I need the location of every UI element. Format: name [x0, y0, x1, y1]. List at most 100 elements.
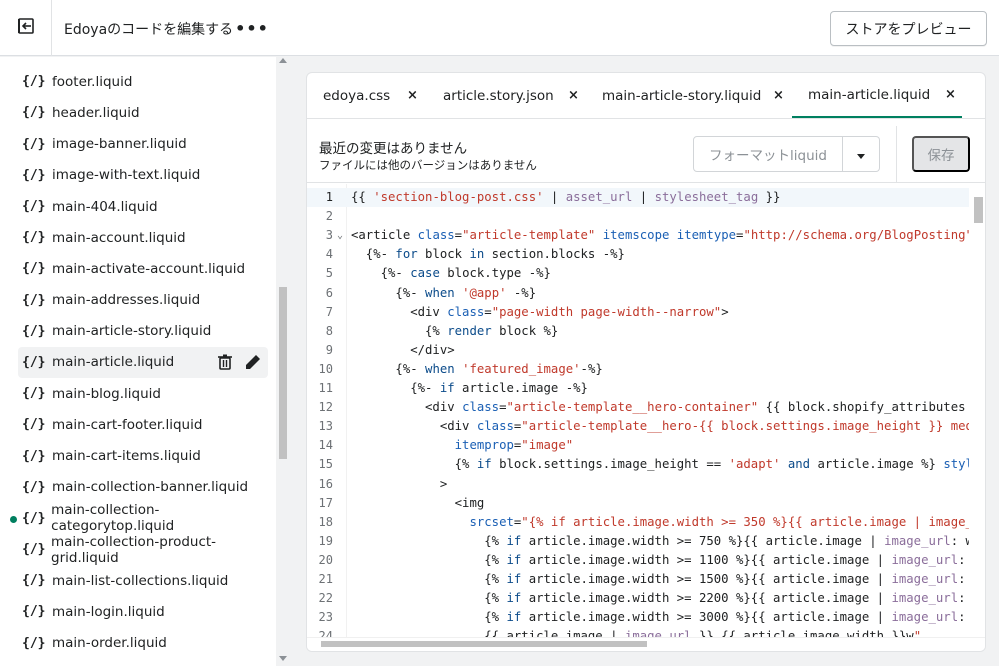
- file-item-main-login[interactable]: {/} main-login.liquid: [0, 596, 276, 627]
- close-tab-icon[interactable]: ×: [773, 88, 784, 103]
- tab-edoya-css[interactable]: edoya.css ×: [323, 73, 443, 118]
- code-horizontal-scrollbar-thumb[interactable]: [321, 641, 647, 647]
- exit-button[interactable]: [0, 0, 52, 56]
- code-line[interactable]: 7 <div class="page-width page-width--nar…: [307, 303, 985, 322]
- code-line[interactable]: 12 <div class="article-template__hero-co…: [307, 398, 985, 417]
- exit-icon: [17, 17, 35, 39]
- code-line[interactable]: 23 {% if article.image.width >= 3000 %}{…: [307, 608, 985, 627]
- code-vertical-scrollbar-thumb[interactable]: [974, 197, 983, 223]
- more-actions-button[interactable]: •••: [235, 16, 268, 40]
- tab-label: main-article.liquid: [808, 86, 931, 103]
- code-text: {% if article.image.width >= 750 %}{{ ar…: [351, 533, 985, 548]
- scroll-down-arrow-icon[interactable]: [279, 656, 287, 661]
- format-dropdown-button[interactable]: [843, 136, 880, 172]
- tab-main-article-liquid[interactable]: main-article.liquid ×: [792, 73, 962, 118]
- code-line[interactable]: 24 {{ article.image | image_url }} {{ ar…: [307, 627, 985, 637]
- preview-store-button[interactable]: ストアをプレビュー: [830, 11, 987, 46]
- file-item-main-404[interactable]: {/} main-404.liquid: [0, 191, 276, 222]
- file-name: main-login.liquid: [52, 603, 165, 620]
- code-area[interactable]: 1 {{ 'section-blog-post.css' | asset_url …: [307, 184, 985, 637]
- file-item-image-banner[interactable]: {/} image-banner.liquid: [0, 129, 276, 160]
- code-line[interactable]: 13 <div class="article-template__hero-{{…: [307, 417, 985, 436]
- file-item-image-with-text[interactable]: {/} image-with-text.liquid: [0, 160, 276, 191]
- code-line[interactable]: 8 {% render block %}: [307, 322, 985, 341]
- sidebar-scrollbar-thumb[interactable]: [279, 287, 287, 459]
- file-item-main-order[interactable]: {/} main-order.liquid: [0, 628, 276, 659]
- close-tab-icon[interactable]: ×: [407, 88, 418, 103]
- code-line[interactable]: 14 itemprop="image": [307, 436, 985, 455]
- file-item-main-cart-items[interactable]: {/} main-cart-items.liquid: [0, 440, 276, 471]
- file-item-main-blog[interactable]: {/} main-blog.liquid: [0, 378, 276, 409]
- code-text: {%- when 'featured_image'-%}: [351, 361, 603, 376]
- code-line[interactable]: 2: [307, 207, 985, 226]
- tab-article-story-json[interactable]: article.story.json ×: [443, 73, 593, 118]
- code-text: {% if article.image.width >= 3000 %}{{ a…: [351, 610, 985, 625]
- fold-chevron-icon[interactable]: ⌄: [337, 226, 343, 245]
- scroll-up-arrow-icon[interactable]: [279, 58, 287, 63]
- code-line[interactable]: 1 {{ 'section-blog-post.css' | asset_url …: [307, 188, 985, 208]
- code-text: <img: [351, 495, 485, 510]
- code-editor-panel: edoya.css × article.story.json × main-articl…: [306, 72, 986, 652]
- liquid-file-icon: {/}: [22, 573, 46, 589]
- file-name: main-404.liquid: [52, 198, 158, 215]
- save-button[interactable]: 保存: [912, 136, 970, 172]
- code-line[interactable]: 5 {%- case block.type -%}: [307, 264, 985, 283]
- code-line[interactable]: 4 {%- for block in section.blocks -%}: [307, 245, 985, 264]
- file-item-main-article-story[interactable]: {/} main-article-story.liquid: [0, 316, 276, 347]
- file-item-footer[interactable]: {/} footer.liquid: [0, 66, 276, 97]
- code-line[interactable]: 20 {% if article.image.width >= 1100 %}{…: [307, 551, 985, 570]
- file-item-main-collection-categorytop[interactable]: {/} main-collection-categorytop.liquid: [0, 502, 276, 535]
- code-line[interactable]: 21 {% if article.image.width >= 1500 %}{…: [307, 570, 985, 589]
- file-item-main-list-collections[interactable]: {/} main-list-collections.liquid: [0, 565, 276, 596]
- trash-icon[interactable]: [216, 353, 234, 371]
- status-divider: [896, 126, 897, 182]
- code-line[interactable]: 18 srcset="{% if article.image.width >= …: [307, 513, 985, 532]
- code-line[interactable]: 16 >: [307, 475, 985, 494]
- file-sidebar: {/} footer.liquid {/} header.liquid {/} image…: [0, 57, 276, 666]
- file-actions: [216, 353, 262, 371]
- modified-dot-icon: [10, 515, 17, 523]
- code-text: {%- for block in section.blocks -%}: [351, 247, 625, 262]
- editor-status-bar: 最近の変更はありません ファイルには他のバージョンはありません フォーマットli…: [307, 126, 985, 183]
- code-line[interactable]: 15 {% if block.settings.image_height == …: [307, 455, 985, 474]
- code-line[interactable]: 17 <img: [307, 494, 985, 513]
- code-text: {{ article.image | image_url }} {{ artic…: [351, 629, 922, 637]
- code-line[interactable]: 6 {%- when '@app' -%}: [307, 284, 985, 303]
- code-vertical-scrollbar[interactable]: [969, 184, 985, 637]
- line-number: 16: [318, 476, 333, 491]
- file-item-main-account[interactable]: {/} main-account.liquid: [0, 222, 276, 253]
- line-number: 8: [325, 323, 333, 338]
- file-item-main-activate-account[interactable]: {/} main-activate-account.liquid: [0, 253, 276, 284]
- file-name: main-blog.liquid: [52, 385, 161, 402]
- code-line[interactable]: 3 ⌄ <article class="article-template" item…: [307, 226, 985, 245]
- file-item-header[interactable]: {/} header.liquid: [0, 97, 276, 128]
- close-tab-icon[interactable]: ×: [568, 88, 579, 103]
- file-name: main-collection-categorytop.liquid: [51, 502, 175, 535]
- code-line[interactable]: 10 {%- when 'featured_image'-%}: [307, 360, 985, 379]
- line-number: 23: [318, 610, 333, 625]
- file-item-partial[interactable]: [0, 659, 276, 666]
- line-number: 5: [325, 266, 333, 281]
- tab-main-article-story-liquid[interactable]: main-article-story.liquid ×: [602, 73, 784, 118]
- liquid-file-icon: {/}: [22, 230, 46, 246]
- liquid-file-icon: {/}: [22, 323, 46, 339]
- code-line[interactable]: 19 {% if article.image.width >= 750 %}{{…: [307, 532, 985, 551]
- file-item-main-addresses[interactable]: {/} main-addresses.liquid: [0, 285, 276, 316]
- file-item-main-collection-banner[interactable]: {/} main-collection-banner.liquid: [0, 472, 276, 503]
- pencil-icon[interactable]: [244, 353, 262, 371]
- code-line[interactable]: 22 {% if article.image.width >= 2200 %}{…: [307, 589, 985, 608]
- close-tab-icon[interactable]: ×: [945, 87, 956, 102]
- file-item-partial[interactable]: [0, 57, 276, 66]
- format-liquid-button[interactable]: フォーマットliquid: [693, 136, 843, 172]
- code-line[interactable]: 9 </div>: [307, 341, 985, 360]
- page-title: Edoyaのコードを編集する: [64, 22, 234, 38]
- file-name: main-cart-footer.liquid: [52, 416, 203, 433]
- code-text: {% render block %}: [351, 323, 559, 338]
- line-number: 20: [318, 552, 333, 567]
- code-line[interactable]: 11 {%- if article.image -%}: [307, 379, 985, 398]
- file-item-main-collection-product-grid[interactable]: {/} main-collection-product-grid.liquid: [0, 534, 276, 566]
- file-item-main-cart-footer[interactable]: {/} main-cart-footer.liquid: [0, 409, 276, 440]
- liquid-file-icon: {/}: [22, 199, 46, 215]
- file-name: footer.liquid: [52, 73, 133, 90]
- file-item-main-article[interactable]: {/} main-article.liquid: [18, 346, 268, 379]
